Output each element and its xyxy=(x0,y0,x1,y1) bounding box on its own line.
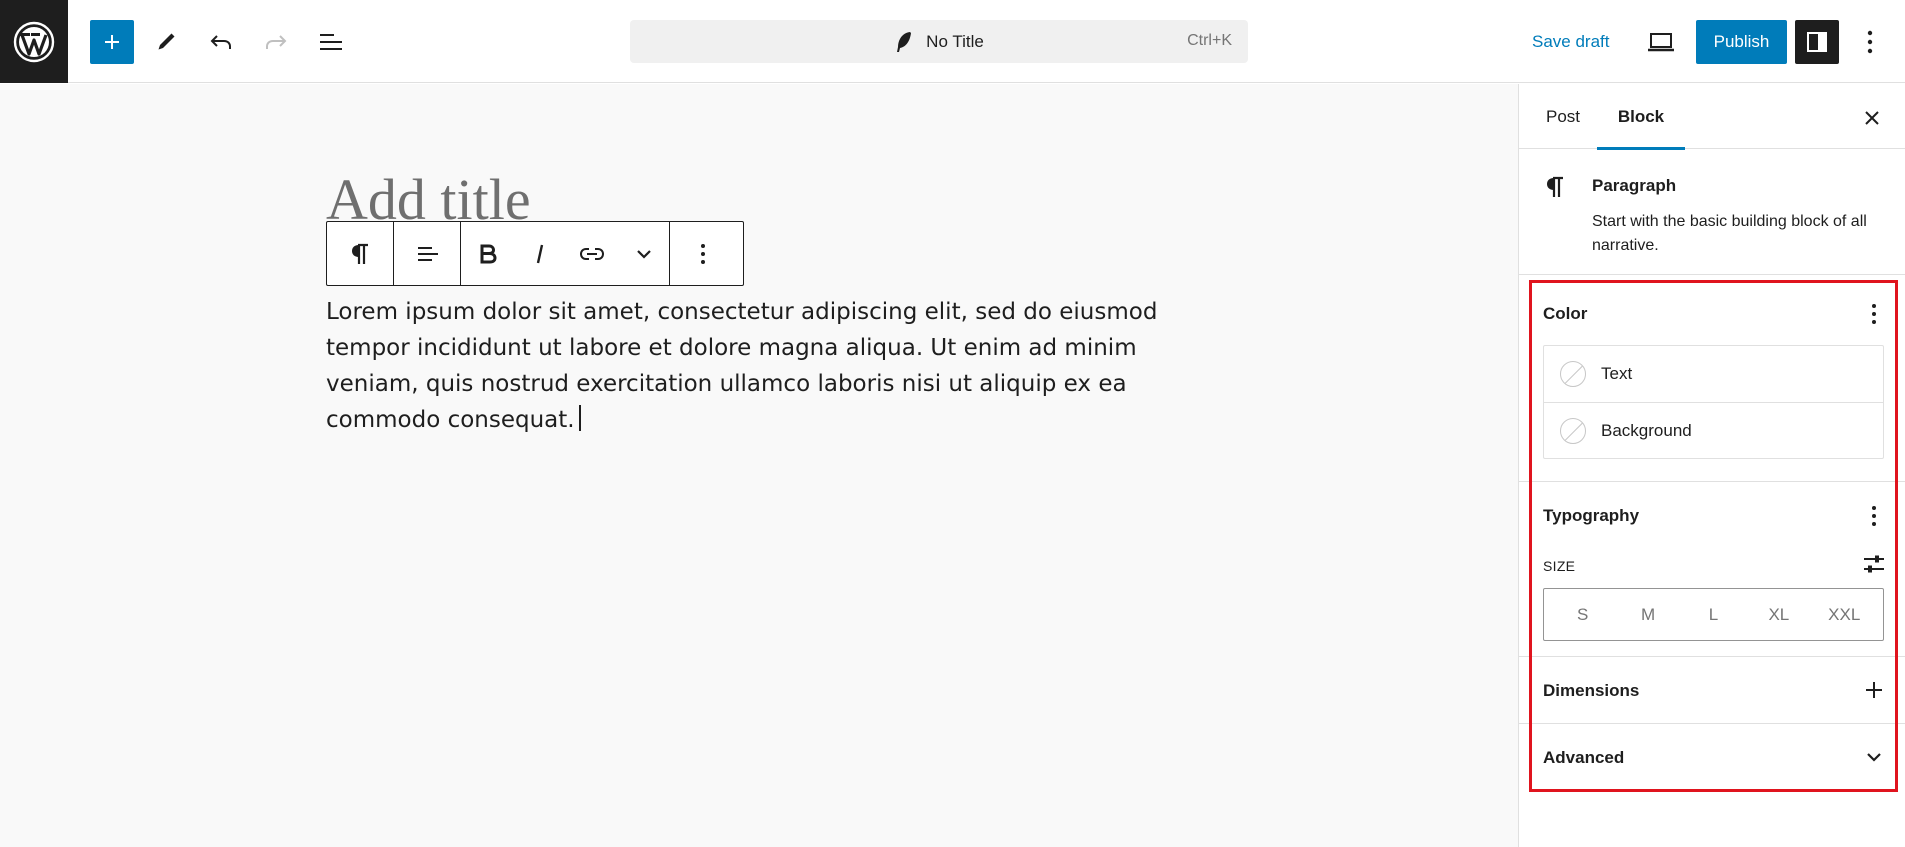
chevron-down-icon xyxy=(637,249,651,259)
block-type-button[interactable] xyxy=(327,222,393,285)
block-options-group xyxy=(670,222,736,285)
add-block-button[interactable] xyxy=(90,20,134,64)
pencil-icon xyxy=(158,33,175,50)
publish-button[interactable]: Publish xyxy=(1696,20,1787,64)
block-type-group xyxy=(327,222,394,285)
wordpress-logo-icon[interactable] xyxy=(0,0,68,83)
text-color-item[interactable]: Text xyxy=(1544,346,1883,402)
italic-icon xyxy=(536,244,544,263)
save-draft-button[interactable]: Save draft xyxy=(1520,20,1622,64)
custom-size-button[interactable] xyxy=(1856,546,1892,582)
bold-button[interactable] xyxy=(461,222,515,285)
color-settings-list: Text Background xyxy=(1543,345,1884,459)
document-overview-button[interactable] xyxy=(309,20,353,64)
desktop-preview-icon xyxy=(1648,33,1674,52)
close-sidebar-button[interactable] xyxy=(1852,98,1892,138)
preview-button[interactable] xyxy=(1639,20,1683,64)
tools-button[interactable] xyxy=(144,20,188,64)
command-palette-bar[interactable]: No Title Ctrl+K xyxy=(630,20,1248,63)
close-icon xyxy=(1865,111,1879,125)
color-options-button[interactable] xyxy=(1856,296,1892,332)
feather-icon xyxy=(897,31,912,52)
link-icon xyxy=(579,247,605,260)
text-color-label: Text xyxy=(1601,364,1633,383)
settings-sidebar-toggle[interactable] xyxy=(1795,20,1839,64)
list-view-icon xyxy=(320,34,342,50)
more-formatting-button[interactable] xyxy=(619,222,669,285)
more-vertical-icon xyxy=(1872,304,1876,324)
color-panel: Color Text Background xyxy=(1519,280,1905,482)
size-option-xl[interactable]: XL xyxy=(1749,605,1809,625)
more-vertical-icon xyxy=(1867,30,1873,54)
options-button[interactable] xyxy=(1848,20,1892,64)
more-vertical-icon xyxy=(1872,506,1876,526)
typography-panel-title: Typography xyxy=(1543,506,1640,525)
advanced-panel[interactable]: Advanced xyxy=(1519,724,1905,791)
tab-block[interactable]: Block xyxy=(1597,84,1685,150)
no-color-swatch-icon xyxy=(1560,361,1586,387)
italic-button[interactable] xyxy=(515,222,565,285)
chevron-down-icon xyxy=(1867,753,1881,762)
color-panel-title: Color xyxy=(1543,304,1588,323)
text-caret xyxy=(578,405,581,431)
advanced-panel-title: Advanced xyxy=(1543,748,1625,767)
dimensions-panel-title: Dimensions xyxy=(1543,681,1640,700)
background-color-item[interactable]: Background xyxy=(1544,402,1883,458)
paragraph-text: Lorem ipsum dolor sit amet, consectetur … xyxy=(326,299,1158,433)
block-description: Start with the basic building block of a… xyxy=(1592,213,1867,254)
block-options-button[interactable] xyxy=(670,222,736,285)
paragraph-block[interactable]: Lorem ipsum dolor sit amet, consectetur … xyxy=(326,294,1196,438)
sidebar-icon xyxy=(1807,32,1827,52)
settings-sliders-icon xyxy=(1864,555,1884,573)
size-option-s[interactable]: S xyxy=(1553,605,1613,625)
advanced-toggle-button[interactable] xyxy=(1856,739,1892,775)
size-option-m[interactable]: M xyxy=(1618,605,1678,625)
plus-icon xyxy=(1866,682,1882,698)
document-title: No Title xyxy=(926,31,984,51)
font-size-label: SIZE xyxy=(1543,558,1576,574)
link-button[interactable] xyxy=(565,222,619,285)
pilcrow-icon xyxy=(352,243,368,264)
redo-button[interactable] xyxy=(254,20,298,64)
pilcrow-icon xyxy=(1545,174,1565,205)
editor-canvas: Add title Lorem ipsum dolor sit amet, co… xyxy=(0,84,1518,847)
font-size-picker: S M L XL XXL xyxy=(1543,588,1884,641)
block-toolbar xyxy=(326,221,744,286)
dimensions-add-button[interactable] xyxy=(1856,672,1892,708)
settings-sidebar: Post Block Paragraph Start with the basi… xyxy=(1518,84,1905,847)
align-text-button[interactable] xyxy=(394,222,460,285)
formatting-group xyxy=(461,222,670,285)
align-left-icon xyxy=(418,246,438,261)
redo-icon xyxy=(266,35,287,49)
alignment-group xyxy=(394,222,461,285)
typography-options-button[interactable] xyxy=(1856,498,1892,534)
tab-post[interactable]: Post xyxy=(1523,84,1603,149)
plus-icon xyxy=(105,35,119,49)
editor-header: No Title Ctrl+K Save draft Publish xyxy=(0,0,1905,83)
typography-panel: Typography SIZE S M L XL XXL xyxy=(1519,482,1905,657)
undo-button[interactable] xyxy=(199,20,243,64)
block-name: Paragraph xyxy=(1592,176,1677,195)
background-color-label: Background xyxy=(1601,420,1692,440)
no-color-swatch-icon xyxy=(1560,417,1586,444)
command-shortcut: Ctrl+K xyxy=(1187,32,1232,49)
undo-icon xyxy=(210,35,231,49)
more-vertical-icon xyxy=(701,243,705,264)
dimensions-panel[interactable]: Dimensions xyxy=(1519,657,1905,724)
bold-icon xyxy=(480,244,497,263)
size-option-xxl[interactable]: XXL xyxy=(1814,605,1874,625)
size-option-l[interactable]: L xyxy=(1683,605,1743,625)
block-card: Paragraph Start with the basic building … xyxy=(1519,150,1905,275)
sidebar-tabs: Post Block xyxy=(1519,84,1905,150)
